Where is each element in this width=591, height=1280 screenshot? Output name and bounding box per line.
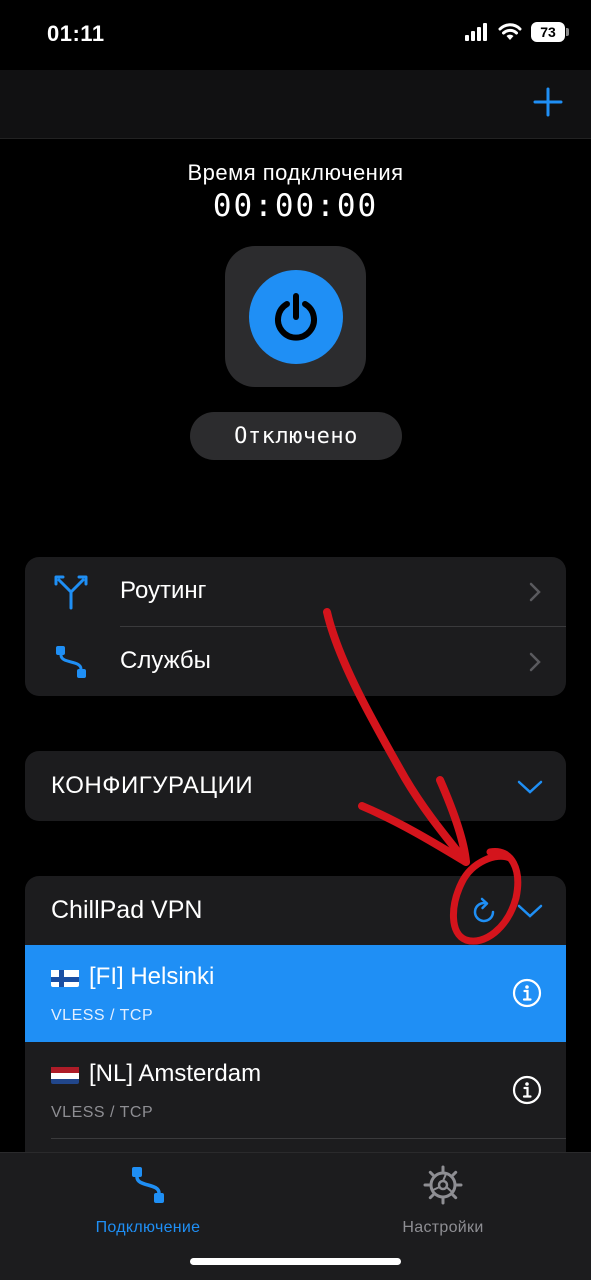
settings-menu-card: Роутинг Службы (25, 557, 566, 696)
server-name-text: [NL] Amsterdam (89, 1060, 262, 1087)
nav-bar (0, 70, 591, 139)
divider (51, 1138, 566, 1139)
finland-flag-icon (51, 968, 79, 987)
power-icon (274, 292, 317, 341)
power-button[interactable] (248, 269, 343, 364)
connection-time-label: Время подключения (187, 160, 404, 185)
chevron-down-icon[interactable] (517, 779, 543, 795)
tab-label: Настройки (402, 1219, 484, 1236)
server-name: [NL] Amsterdam (51, 1060, 261, 1088)
battery-icon: 73 (531, 22, 569, 42)
services-icon (56, 646, 86, 678)
configurations-title: КОНФИГУРАЦИИ (51, 772, 254, 799)
refresh-icon[interactable] (468, 896, 500, 928)
battery-level: 73 (540, 24, 556, 40)
status-bar: 01:11 73 (0, 0, 591, 70)
routing-icon (54, 575, 88, 610)
connection-icon (132, 1167, 164, 1203)
connection-status-text: Отключено (234, 423, 358, 449)
power-button-container[interactable] (225, 246, 366, 387)
netherlands-flag-icon (51, 1065, 79, 1084)
server-protocol: VLESS / TCP (51, 1104, 154, 1121)
info-icon[interactable] (512, 1075, 542, 1105)
menu-item-routing[interactable]: Роутинг (25, 557, 566, 626)
configurations-header[interactable]: КОНФИГУРАЦИИ (25, 751, 566, 821)
home-indicator[interactable] (190, 1258, 401, 1265)
subscription-card: ChillPad VPN [FI] Helsinki VLESS / TCP [… (25, 876, 566, 1156)
menu-item-services[interactable]: Службы (25, 627, 566, 696)
cellular-signal-icon (465, 23, 487, 41)
connection-timer: 00:00:00 (212, 188, 379, 224)
server-name-text: [FI] Helsinki (89, 963, 215, 990)
gear-icon (423, 1165, 463, 1205)
menu-item-label: Роутинг (120, 577, 207, 604)
server-name: [FI] Helsinki (51, 963, 214, 991)
chevron-right-icon (529, 582, 541, 602)
info-icon[interactable] (512, 978, 542, 1008)
plus-icon[interactable] (531, 85, 565, 119)
subscription-title: ChillPad VPN (51, 896, 203, 924)
server-row-amsterdam[interactable]: [NL] Amsterdam VLESS / TCP (25, 1042, 566, 1139)
tab-connection[interactable]: Подключение (48, 1161, 248, 1241)
status-icons: 73 (465, 22, 569, 42)
tab-settings[interactable]: Настройки (343, 1161, 543, 1241)
wifi-icon (498, 23, 522, 40)
tab-label: Подключение (95, 1219, 201, 1236)
server-row-helsinki[interactable]: [FI] Helsinki VLESS / TCP (25, 945, 566, 1042)
server-protocol: VLESS / TCP (51, 1007, 154, 1024)
menu-item-label: Службы (120, 647, 211, 674)
subscription-header[interactable]: ChillPad VPN (25, 876, 566, 944)
connection-status-badge: Отключено (190, 412, 402, 460)
status-time: 01:11 (47, 21, 105, 46)
chevron-down-icon[interactable] (517, 903, 543, 919)
chevron-right-icon (529, 652, 541, 672)
